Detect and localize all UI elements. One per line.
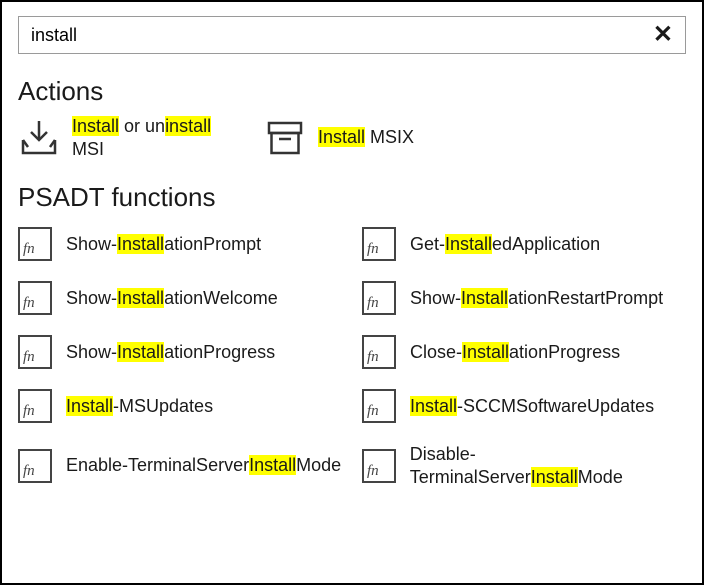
function-label: Show-InstallationWelcome [66, 287, 278, 310]
function-icon: fn [362, 335, 396, 369]
function-item[interactable]: fn Disable-TerminalServerInstallMode [362, 443, 686, 488]
fn-glyph: fn [23, 464, 35, 481]
function-label: Enable-TerminalServerInstallMode [66, 454, 341, 477]
function-label: Show-InstallationProgress [66, 341, 275, 364]
clear-search-icon[interactable]: ✕ [651, 23, 675, 47]
function-icon: fn [362, 449, 396, 483]
section-heading-functions: PSADT functions [18, 182, 686, 213]
fn-glyph: fn [367, 296, 379, 313]
function-icon: fn [362, 389, 396, 423]
function-icon: fn [18, 449, 52, 483]
fn-glyph: fn [367, 404, 379, 421]
search-results-panel: ✕ Actions Install or uninstall MSIInstal… [0, 0, 704, 585]
fn-glyph: fn [367, 242, 379, 259]
archive-box-icon [264, 117, 306, 159]
function-icon: fn [18, 281, 52, 315]
function-icon: fn [362, 227, 396, 261]
fn-glyph: fn [23, 296, 35, 313]
function-item[interactable]: fn Show-InstallationProgress [18, 335, 342, 369]
tray-download-icon [18, 117, 60, 159]
functions-grid: fn Show-InstallationPrompt fn Get-Installed… [18, 227, 686, 488]
function-item[interactable]: fn Install-MSUpdates [18, 389, 342, 423]
function-item[interactable]: fn Close-InstallationProgress [362, 335, 686, 369]
function-icon: fn [362, 281, 396, 315]
fn-glyph: fn [23, 242, 35, 259]
fn-glyph: fn [367, 464, 379, 481]
function-label: Install-MSUpdates [66, 395, 213, 418]
function-item[interactable]: fn Enable-TerminalServerInstallMode [18, 443, 342, 488]
action-item[interactable]: Install or uninstall MSI [18, 115, 248, 160]
function-icon: fn [18, 389, 52, 423]
function-icon: fn [18, 335, 52, 369]
fn-glyph: fn [367, 350, 379, 367]
function-label: Show-InstallationRestartPrompt [410, 287, 663, 310]
section-heading-actions: Actions [18, 76, 686, 107]
actions-list: Install or uninstall MSI Install MSIX [18, 115, 686, 160]
function-label: Show-InstallationPrompt [66, 233, 261, 256]
action-item[interactable]: Install MSIX [264, 115, 494, 160]
function-label: Close-InstallationProgress [410, 341, 620, 364]
search-bar: ✕ [18, 16, 686, 54]
function-icon: fn [18, 227, 52, 261]
function-label: Install-SCCMSoftwareUpdates [410, 395, 654, 418]
archive-box-icon [264, 117, 306, 159]
function-item[interactable]: fn Show-InstallationWelcome [18, 281, 342, 315]
function-item[interactable]: fn Install-SCCMSoftwareUpdates [362, 389, 686, 423]
tray-download-icon [18, 117, 60, 159]
function-item[interactable]: fn Get-InstalledApplication [362, 227, 686, 261]
action-label: Install MSIX [318, 126, 414, 149]
function-label: Disable-TerminalServerInstallMode [410, 443, 686, 488]
function-item[interactable]: fn Show-InstallationPrompt [18, 227, 342, 261]
search-input[interactable] [29, 24, 651, 47]
action-label: Install or uninstall MSI [72, 115, 248, 160]
function-item[interactable]: fn Show-InstallationRestartPrompt [362, 281, 686, 315]
fn-glyph: fn [23, 350, 35, 367]
function-label: Get-InstalledApplication [410, 233, 600, 256]
fn-glyph: fn [23, 404, 35, 421]
